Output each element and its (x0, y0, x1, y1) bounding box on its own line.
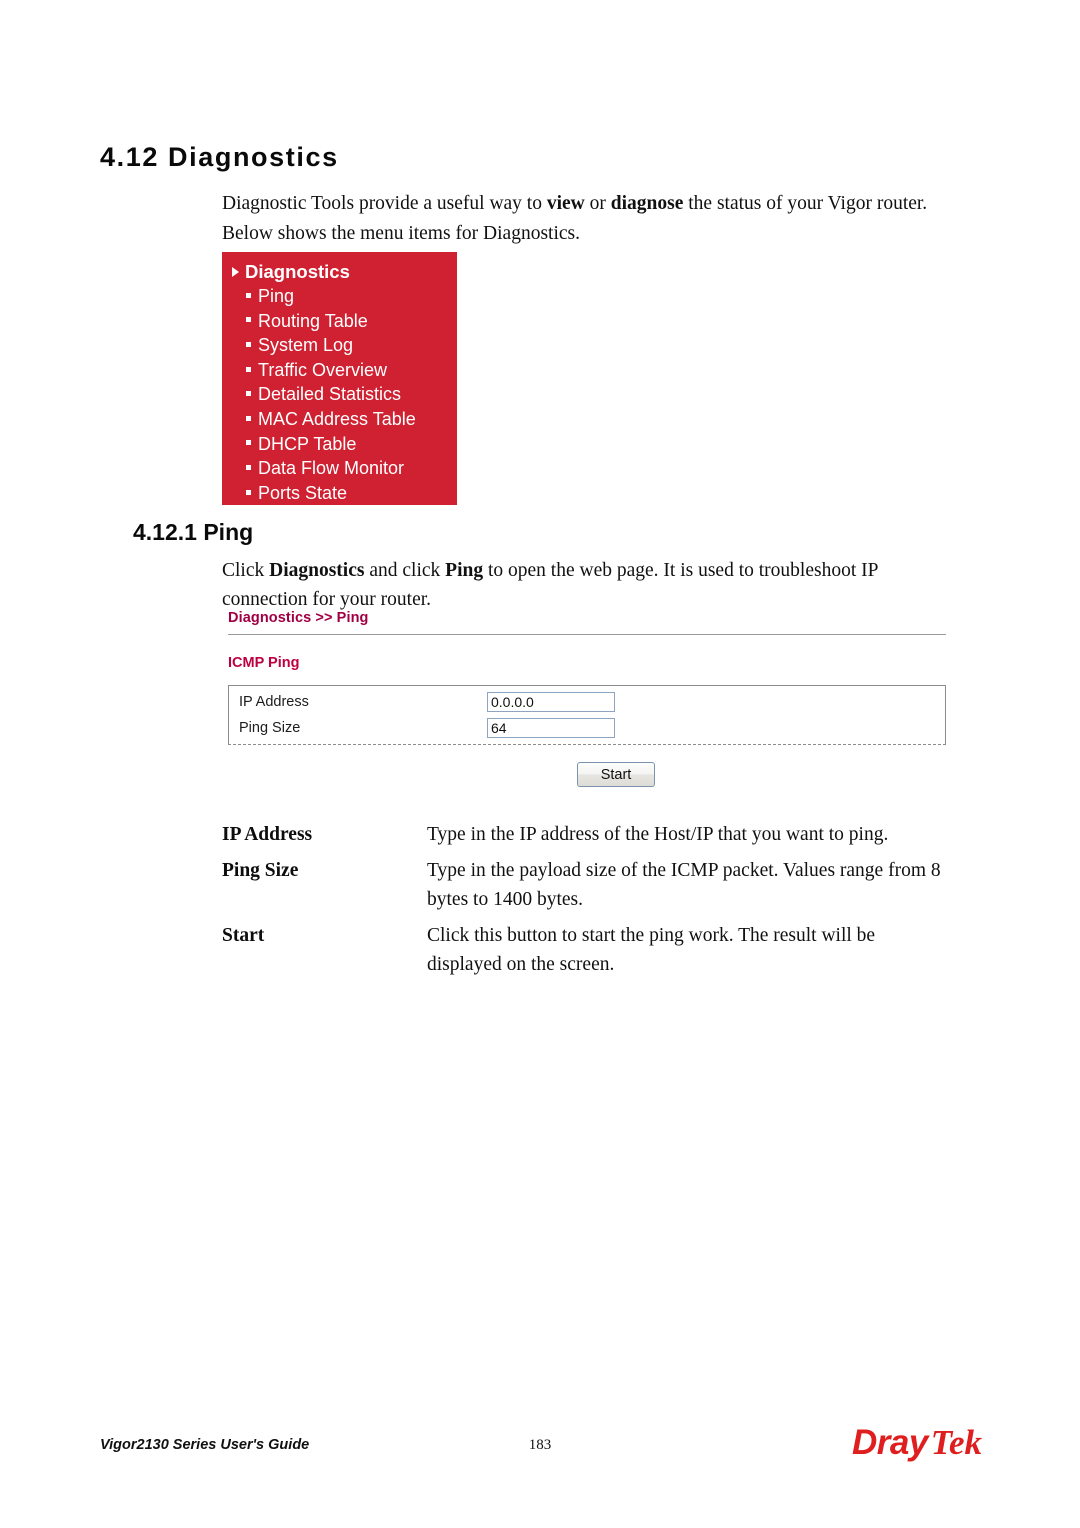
page-title: 4.12 Diagnostics (100, 142, 339, 172)
ping-size-input[interactable] (487, 718, 615, 738)
list-item: Start Click this button to start the pin… (222, 921, 952, 979)
field-descriptions: IP Address Type in the IP address of the… (222, 820, 952, 986)
ip-address-label: IP Address (239, 694, 309, 710)
square-bullet-icon (246, 415, 251, 421)
menu-item-detailed-statistics[interactable]: Detailed Statistics (222, 382, 457, 407)
square-bullet-icon (246, 292, 251, 298)
menu-item-ping[interactable]: Ping (222, 284, 457, 309)
intro-text-pre: Diagnostic Tools provide a useful way to (222, 193, 547, 214)
ping-paragraph: Click Diagnostics and click Ping to open… (222, 556, 952, 614)
menu-item-label: Detailed Statistics (258, 384, 402, 405)
menu-item-label: Traffic Overview (258, 359, 388, 380)
ping-size-label: Ping Size (239, 720, 301, 736)
breadcrumb-divider (228, 634, 946, 635)
triangle-right-icon (232, 266, 239, 277)
square-bullet-icon (246, 440, 251, 446)
menu-item-label: Routing Table (258, 310, 368, 331)
start-button-row: Start (228, 762, 946, 787)
list-item: Ping Size Type in the payload size of th… (222, 856, 952, 914)
square-bullet-icon (246, 464, 251, 470)
definition-term: Start (222, 925, 265, 946)
menu-header-diagnostics[interactable]: Diagnostics (222, 259, 457, 284)
start-button[interactable]: Start (577, 762, 655, 787)
intro-paragraph-2: Below shows the menu items for Diagnosti… (222, 223, 580, 244)
square-bullet-icon (246, 391, 251, 397)
definition-description: Type in the payload size of the ICMP pac… (427, 860, 941, 910)
ping-bold-diagnostics: Diagnostics (269, 560, 365, 581)
definition-description: Type in the IP address of the Host/IP th… (427, 824, 889, 845)
ping-text-mid: and click (364, 560, 446, 581)
menu-item-label: Ports State (258, 482, 348, 503)
square-bullet-icon (246, 317, 251, 323)
breadcrumb: Diagnostics >> Ping (228, 610, 369, 626)
intro-paragraph-1: Diagnostic Tools provide a useful way to… (222, 189, 952, 218)
menu-item-dhcp-table[interactable]: DHCP Table (222, 432, 457, 457)
logo-tek-text: Tek (930, 1423, 982, 1462)
square-bullet-icon (246, 489, 251, 495)
draytek-logo: DrayTek (852, 1425, 982, 1460)
menu-item-label: Ping (258, 286, 295, 306)
subsection-title: 4.12.1 Ping (133, 519, 254, 545)
definition-description: Click this button to start the ping work… (427, 925, 876, 975)
router-ui-screenshot: Diagnostics >> Ping ICMP Ping IP Address… (228, 610, 946, 787)
menu-item-label: Data Flow Monitor (258, 458, 405, 479)
icmp-ping-section-title: ICMP Ping (228, 655, 300, 671)
ping-form-table: IP Address Ping Size (228, 685, 946, 745)
menu-item-label: System Log (258, 335, 354, 356)
menu-item-data-flow-monitor[interactable]: Data Flow Monitor (222, 456, 457, 481)
definition-term: IP Address (222, 824, 313, 845)
menu-item-system-log[interactable]: System Log (222, 333, 457, 358)
ip-address-input[interactable] (487, 692, 615, 712)
ping-text-pre: Click (222, 560, 270, 581)
intro-bold-view: view (546, 193, 585, 214)
table-row: Ping Size (229, 715, 945, 741)
table-row: IP Address (229, 689, 945, 715)
square-bullet-icon (246, 341, 251, 347)
definition-term: Ping Size (222, 860, 299, 881)
menu-item-ports-state[interactable]: Ports State (222, 481, 457, 506)
ping-bold-ping: Ping (445, 560, 484, 581)
intro-text-post: the status of your Vigor router. (683, 193, 928, 214)
menu-item-routing-table[interactable]: Routing Table (222, 309, 457, 334)
intro-text-mid: or (584, 193, 611, 214)
list-item: IP Address Type in the IP address of the… (222, 820, 952, 849)
square-bullet-icon (246, 366, 251, 372)
intro-bold-diagnose: diagnose (610, 193, 684, 214)
menu-item-traffic-overview[interactable]: Traffic Overview (222, 358, 457, 383)
logo-dray-text: Dray (851, 1423, 928, 1462)
menu-item-mac-address-table[interactable]: MAC Address Table (222, 407, 457, 432)
diagnostics-menu-panel: Diagnostics Ping Routing Table System Lo… (222, 252, 457, 505)
menu-item-label: DHCP Table (258, 433, 357, 454)
menu-header-label: Diagnostics (245, 261, 350, 282)
menu-item-label: MAC Address Table (258, 408, 416, 429)
